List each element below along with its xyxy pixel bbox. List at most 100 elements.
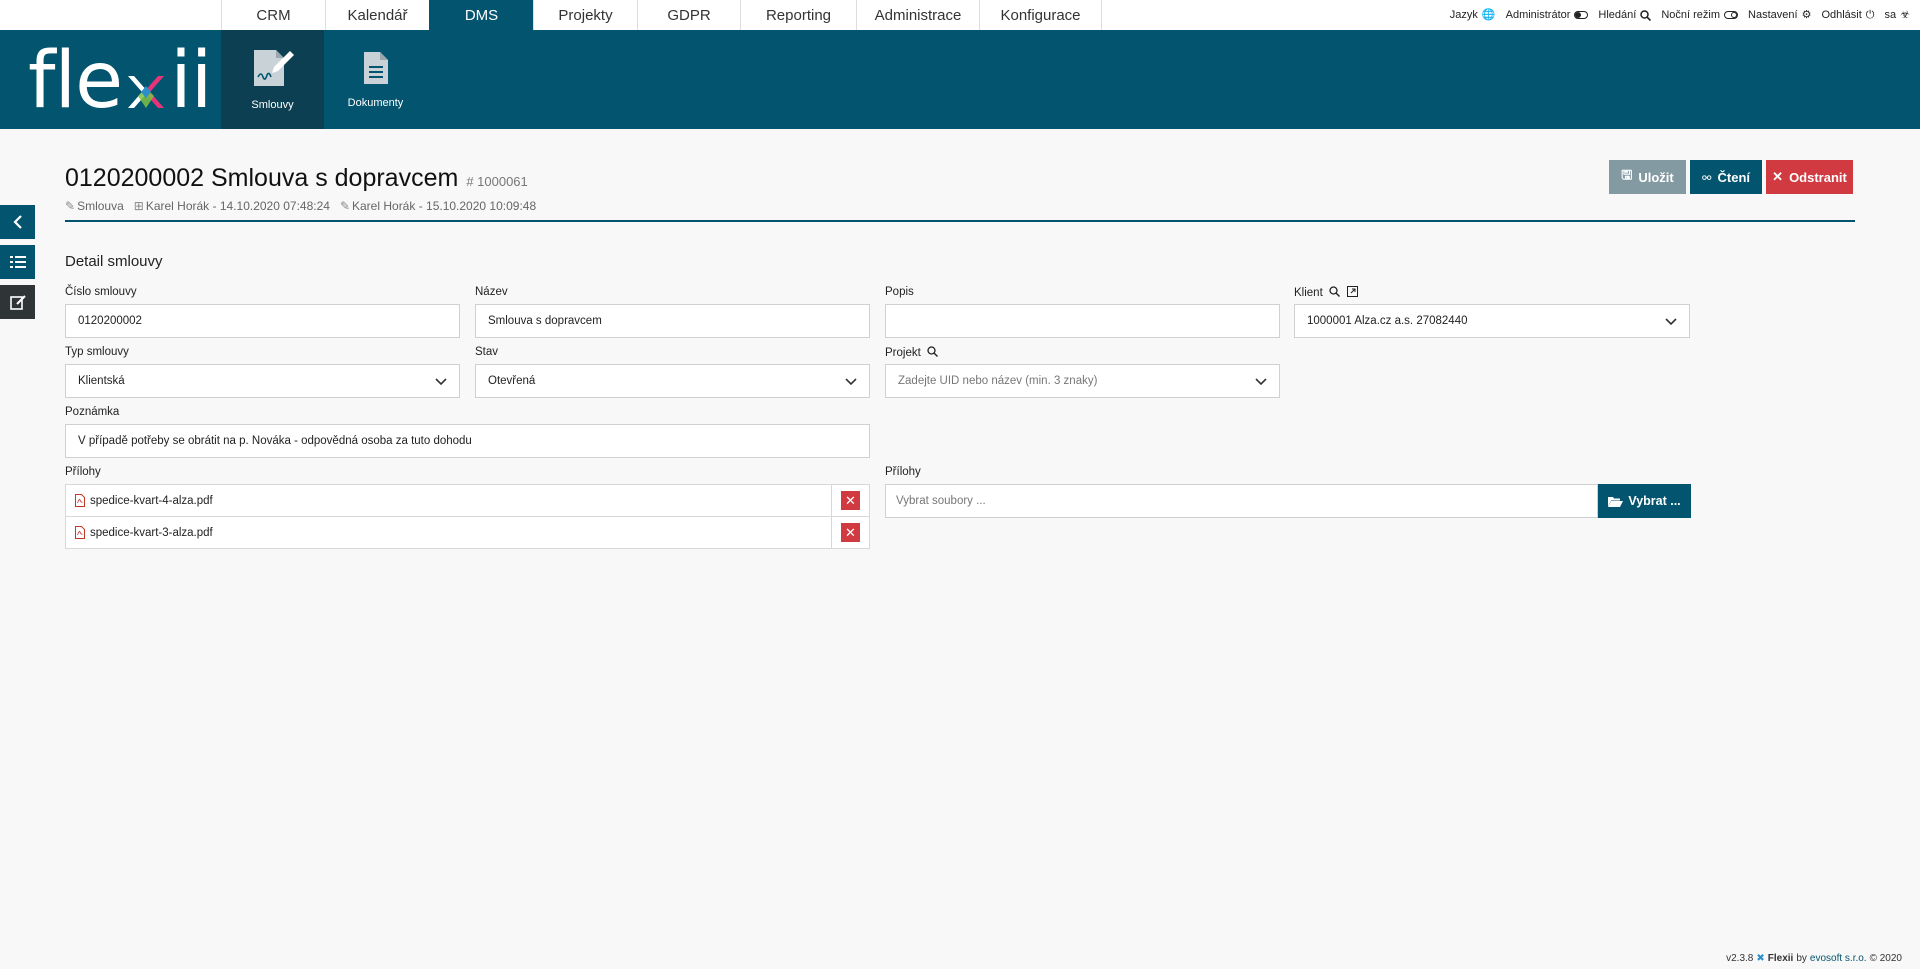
tab-kalendar[interactable]: Kalendář <box>325 0 429 30</box>
upload-label: Přílohy <box>885 466 921 478</box>
remove-attachment-button[interactable]: ✕ <box>831 484 869 517</box>
tab-konfigurace[interactable]: Konfigurace <box>979 0 1102 30</box>
tab-administrace[interactable]: Administrace <box>856 0 979 30</box>
record-actions: 🖫 Uložit Čtení ✕ Odstranit <box>1609 160 1853 194</box>
file-signature-icon: ✎ <box>65 199 76 213</box>
search-icon <box>1640 9 1652 21</box>
dms-submenu: Smlouvy Dokumenty <box>221 30 427 129</box>
file-input-placeholder: Vybrat soubory ... <box>896 495 986 507</box>
poznamka-value: V případě potřeby se obrátit na p. Novák… <box>78 435 472 447</box>
module-tabs: CRM Kalendář DMS Projekty GDPR Reporting… <box>221 0 1102 30</box>
projekt-select[interactable]: Zadejte UID nebo název (min. 3 znaky) <box>885 364 1280 398</box>
document-icon <box>363 51 388 84</box>
chevron-down-icon <box>845 378 857 386</box>
pdf-file-icon <box>75 494 85 507</box>
attachment-name: spedice-kvart-4-alza.pdf <box>90 494 213 507</box>
settings-label: Nastavení <box>1748 9 1798 21</box>
nazev-input[interactable]: Smlouva s dopravcem <box>475 304 870 338</box>
save-label: Uložit <box>1638 169 1674 185</box>
plus-square-icon: ⊞ <box>133 199 144 213</box>
chevron-down-icon <box>1255 378 1267 386</box>
footer-by: by <box>1796 953 1807 964</box>
meta-created: ⊞ Karel Horák - 14.10.2020 07:48:24 <box>134 199 330 213</box>
field-nazev: Název Smlouva s dopravcem <box>475 286 870 338</box>
admin-toggle[interactable]: Administrátor <box>1506 9 1589 21</box>
flexii-x-icon: ✖ <box>1756 953 1765 964</box>
night-mode-toggle[interactable]: Noční režim <box>1661 9 1739 21</box>
nazev-value: Smlouva s dopravcem <box>488 315 602 327</box>
search-icon[interactable] <box>927 346 938 357</box>
tab-reporting[interactable]: Reporting <box>740 0 856 30</box>
delete-label: Odstranit <box>1789 169 1847 185</box>
attachment-link[interactable]: spedice-kvart-3-alza.pdf <box>66 526 831 539</box>
settings-menu[interactable]: Nastavení ⚙ <box>1748 9 1811 21</box>
language-menu[interactable]: Jazyk 🌐 <box>1450 9 1496 21</box>
delete-button[interactable]: ✕ Odstranit <box>1766 160 1853 194</box>
tab-projekty[interactable]: Projekty <box>533 0 637 30</box>
app-version: v2.3.8 <box>1726 953 1754 964</box>
klient-select[interactable]: 1000001 Alza.cz a.s. 27082440 <box>1294 304 1690 338</box>
glasses-icon <box>1702 175 1712 180</box>
edit-square-icon: ✎ <box>339 199 350 213</box>
poznamka-input[interactable]: V případě potřeby se obrátit na p. Novák… <box>65 424 870 458</box>
collapse-sidebar-button[interactable] <box>0 205 35 239</box>
contract-title: 0120200002 Smlouva s dopravcem <box>65 164 459 192</box>
folder-open-icon <box>1608 496 1624 507</box>
cislo-value: 0120200002 <box>78 315 142 327</box>
external-link-icon[interactable] <box>1347 286 1359 297</box>
cislo-input[interactable]: 0120200002 <box>65 304 460 338</box>
page-header: 0120200002 Smlouva s dopravcem # 1000061… <box>65 164 1855 213</box>
klient-label: Klient <box>1294 287 1323 299</box>
app-footer: v2.3.8 ✖ Flexii by evosoft s.r.o. © 2020 <box>1726 953 1902 964</box>
klient-value: 1000001 Alza.cz a.s. 27082440 <box>1307 315 1468 327</box>
attachment-item: spedice-kvart-4-alza.pdf ✕ <box>65 484 870 517</box>
user-toolbar: Jazyk 🌐 Administrátor Hledání Noční režim… <box>1450 0 1910 30</box>
attachment-name: spedice-kvart-3-alza.pdf <box>90 526 213 539</box>
user-menu[interactable]: sa ☣ <box>1885 9 1911 21</box>
file-input[interactable]: Vybrat soubory ... <box>885 484 1598 518</box>
record-meta: ✎ Smlouva ⊞ Karel Horák - 14.10.2020 07:48… <box>65 199 1855 213</box>
edit-mode-button[interactable] <box>0 285 35 319</box>
list-view-button[interactable] <box>0 245 35 279</box>
search-icon[interactable] <box>1329 286 1340 297</box>
logo-x-mark <box>124 51 168 111</box>
globe-icon: 🌐 <box>1481 8 1496 21</box>
submenu-dokumenty-label: Dokumenty <box>347 96 404 109</box>
choose-files-button[interactable]: Vybrat ... <box>1598 484 1691 518</box>
submenu-smlouvy[interactable]: Smlouvy <box>221 30 324 129</box>
gear-icon: ⚙ <box>1801 8 1812 21</box>
typ-label: Typ smlouvy <box>65 346 129 358</box>
attachment-list: spedice-kvart-4-alza.pdf ✕ spedice-kvart… <box>65 484 870 549</box>
cislo-label: Číslo smlouvy <box>65 286 137 298</box>
stav-select[interactable]: Otevřená <box>475 364 870 398</box>
projekt-label-row: Projekt <box>885 346 1280 360</box>
tab-crm[interactable]: CRM <box>221 0 325 30</box>
popis-input[interactable] <box>885 304 1280 338</box>
pdf-file-icon <box>75 526 85 539</box>
search-label: Hledání <box>1598 9 1637 21</box>
projekt-label: Projekt <box>885 347 921 359</box>
read-mode-button[interactable]: Čtení <box>1690 160 1762 194</box>
record-id: # 1000061 <box>466 174 528 189</box>
submenu-dokumenty[interactable]: Dokumenty <box>324 30 427 129</box>
title-divider <box>65 220 1855 222</box>
chevron-down-icon <box>1665 318 1677 326</box>
list-icon <box>9 256 26 268</box>
tab-gdpr[interactable]: GDPR <box>637 0 740 30</box>
typ-select[interactable]: Klientská <box>65 364 460 398</box>
attachment-link[interactable]: spedice-kvart-4-alza.pdf <box>66 494 831 507</box>
remove-attachment-button[interactable]: ✕ <box>831 516 869 549</box>
close-icon: ✕ <box>1772 169 1784 184</box>
field-upload: Přílohy <box>885 466 1280 484</box>
biohazard-icon: ☣ <box>1900 8 1910 21</box>
section-title: Detail smlouvy <box>65 253 163 270</box>
toggle-off-icon <box>1724 11 1739 19</box>
save-button[interactable]: 🖫 Uložit <box>1609 160 1686 194</box>
flexii-logo[interactable]: fle ii <box>28 36 212 126</box>
stav-value: Otevřená <box>488 375 536 387</box>
logout-button[interactable]: Odhlásit ⏻ <box>1821 9 1874 21</box>
search-menu[interactable]: Hledání <box>1598 9 1652 21</box>
meta-type-label: Smlouva <box>77 199 124 213</box>
tab-dms[interactable]: DMS <box>429 0 533 30</box>
company-link[interactable]: evosoft s.r.o. <box>1810 953 1867 964</box>
